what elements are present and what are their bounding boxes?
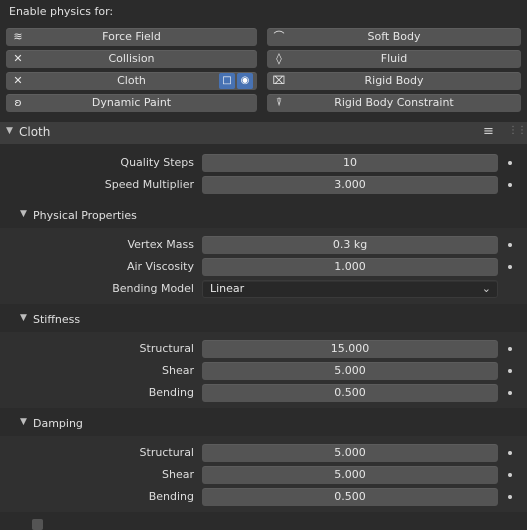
stiffness-title: Stiffness: [33, 313, 81, 326]
damping-shear-field[interactable]: 5.000: [202, 466, 498, 484]
keyframe-dot[interactable]: [508, 265, 512, 269]
force-field-button[interactable]: ≋ Force Field: [6, 28, 257, 46]
force-field-label: Force Field: [102, 30, 161, 43]
bending-model-select[interactable]: Linear ⌄: [202, 280, 498, 298]
stiffness-bending-field[interactable]: 0.500: [202, 384, 498, 402]
keyframe-dot[interactable]: [508, 451, 512, 455]
close-icon: ✕: [13, 74, 23, 87]
keyframe-dot[interactable]: [508, 391, 512, 395]
bending-model-value: Linear: [210, 282, 245, 295]
stiffness-header[interactable]: ▼ Stiffness: [0, 309, 527, 331]
fluid-button[interactable]: ◊ Fluid: [267, 50, 521, 68]
enable-physics-label: Enable physics for:: [9, 5, 114, 18]
keyframe-dot[interactable]: [508, 243, 512, 247]
collision-label: Collision: [108, 52, 155, 65]
keyframe-dot[interactable]: [508, 161, 512, 165]
stiffness-shear-label: Shear: [162, 364, 194, 377]
rigid-body-constraint-icon: ⍒: [275, 96, 283, 109]
cloth-button[interactable]: ✕ Cloth □ ◉: [6, 72, 257, 90]
air-viscosity-field[interactable]: 1.000: [202, 258, 498, 276]
speed-multiplier-label: Speed Multiplier: [104, 178, 194, 191]
keyframe-dot[interactable]: [508, 347, 512, 351]
physical-properties-header[interactable]: ▼ Physical Properties: [0, 205, 527, 227]
cloth-panel-title: Cloth: [19, 125, 51, 139]
fluid-drop-icon: ◊: [276, 52, 282, 65]
collapse-triangle-icon: ▼: [20, 209, 27, 219]
soft-body-icon: ⌒: [273, 30, 285, 43]
physical-properties-title: Physical Properties: [33, 209, 137, 222]
cloth-panel-header[interactable]: ▼ Cloth ≡ ⋮⋮⋮: [0, 122, 527, 144]
quality-steps-label: Quality Steps: [120, 156, 194, 169]
damping-header[interactable]: ▼ Damping: [0, 413, 527, 435]
soft-body-button[interactable]: ⌒ Soft Body: [267, 28, 521, 46]
dynamic-paint-button[interactable]: ʚ Dynamic Paint: [6, 94, 257, 112]
bending-model-label: Bending Model: [112, 282, 194, 295]
stiffness-shear-field[interactable]: 5.000: [202, 362, 498, 380]
keyframe-dot[interactable]: [508, 369, 512, 373]
vertex-mass-field[interactable]: 0.3 kg: [202, 236, 498, 254]
dynamic-paint-icon: ʚ: [14, 96, 22, 109]
fluid-label: Fluid: [380, 52, 408, 65]
damping-bending-field[interactable]: 0.500: [202, 488, 498, 506]
damping-title: Damping: [33, 417, 83, 430]
camera-icon[interactable]: ◉: [237, 73, 253, 89]
stiffness-bending-label: Bending: [148, 386, 194, 399]
soft-body-label: Soft Body: [367, 30, 421, 43]
collapse-triangle-icon: ▼: [6, 126, 13, 136]
damping-structural-field[interactable]: 5.000: [202, 444, 498, 462]
rigid-body-icon: ⌧: [272, 74, 286, 87]
damping-shear-label: Shear: [162, 468, 194, 481]
close-icon: ✕: [13, 52, 23, 65]
speed-multiplier-field[interactable]: 3.000: [202, 176, 498, 194]
stiffness-structural-field[interactable]: 15.000: [202, 340, 498, 358]
drag-grip-icon[interactable]: ⋮⋮⋮: [508, 125, 527, 136]
damping-bending-label: Bending: [148, 490, 194, 503]
rigid-body-constraint-label: Rigid Body Constraint: [334, 96, 454, 109]
monitor-icon[interactable]: □: [219, 73, 235, 89]
quality-steps-field[interactable]: 10: [202, 154, 498, 172]
stiffness-structural-label: Structural: [139, 342, 194, 355]
damping-structural-label: Structural: [139, 446, 194, 459]
dynamic-paint-label: Dynamic Paint: [91, 96, 172, 109]
air-viscosity-label: Air Viscosity: [126, 260, 194, 273]
keyframe-dot[interactable]: [508, 473, 512, 477]
collision-button[interactable]: ✕ Collision: [6, 50, 257, 68]
collapse-triangle-icon: ▼: [20, 417, 27, 427]
rigid-body-button[interactable]: ⌧ Rigid Body: [267, 72, 521, 90]
rigid-body-label: Rigid Body: [364, 74, 424, 87]
rigid-body-constraint-button[interactable]: ⍒ Rigid Body Constraint: [267, 94, 521, 112]
next-section-strip: [0, 518, 527, 524]
vertex-mass-label: Vertex Mass: [127, 238, 194, 251]
keyframe-dot[interactable]: [508, 495, 512, 499]
presets-list-icon[interactable]: ≡: [483, 124, 494, 139]
section-checkbox[interactable]: [32, 519, 43, 530]
keyframe-dot[interactable]: [508, 183, 512, 187]
collapse-triangle-icon: ▼: [20, 313, 27, 323]
chevron-down-icon: ⌄: [481, 282, 491, 295]
force-field-icon: ≋: [13, 30, 23, 43]
